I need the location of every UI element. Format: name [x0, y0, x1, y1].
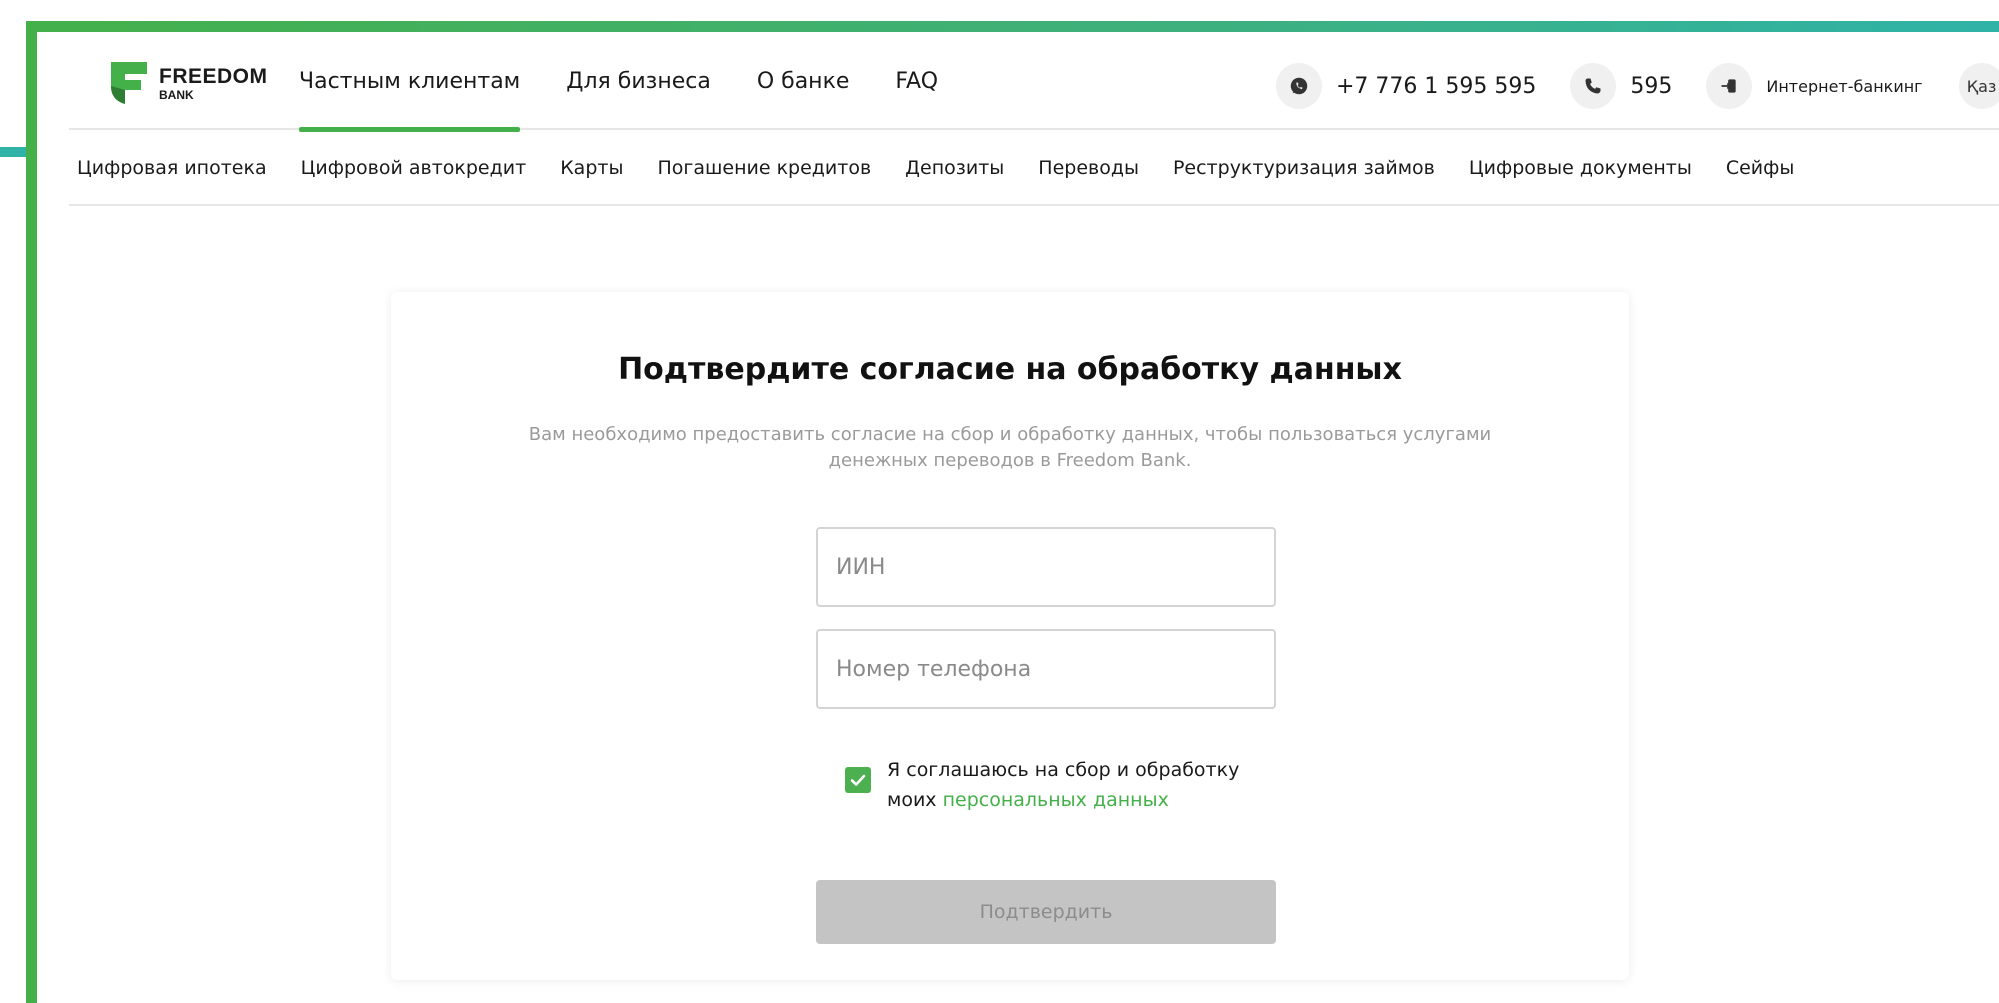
- logo-subtitle: BANK: [159, 87, 194, 102]
- internet-banking-label: Интернет-банкинг: [1766, 76, 1923, 96]
- whatsapp-contact[interactable]: +7 776 1 595 595: [1276, 63, 1536, 109]
- sub-nav-item[interactable]: Переводы: [1038, 157, 1139, 179]
- iin-input[interactable]: [816, 527, 1276, 607]
- sub-nav-item[interactable]: Цифровые документы: [1469, 157, 1692, 179]
- decorative-frame-left: [26, 21, 37, 1003]
- sub-nav-item[interactable]: Цифровая ипотека: [77, 157, 267, 179]
- sub-nav-item[interactable]: Цифровой автокредит: [301, 157, 527, 179]
- sub-nav-item[interactable]: Депозиты: [905, 157, 1004, 179]
- logo-wordmark: FREEDOM: [159, 64, 268, 88]
- short-number-contact[interactable]: 595: [1570, 63, 1672, 109]
- nav-item-faq[interactable]: FAQ: [895, 32, 938, 130]
- browser-content: FREEDOM BANK Частным клиентам Для бизнес…: [37, 32, 1999, 1003]
- whatsapp-icon: [1276, 63, 1322, 109]
- decorative-frame-top: [26, 21, 1999, 32]
- header-contacts: +7 776 1 595 595 595 Интернет-банкинг Қа…: [1276, 63, 1999, 109]
- checkmark-icon: [850, 774, 866, 786]
- decorative-frame-accent: [0, 147, 26, 157]
- sub-nav-item[interactable]: Сейфы: [1726, 157, 1795, 179]
- consent-label: Я соглашаюсь на сбор и обработку моих пе…: [887, 755, 1247, 815]
- freedom-logo-icon: [111, 62, 147, 104]
- page-title: Подтвердите согласие на обработку данных: [618, 352, 1402, 387]
- confirm-button[interactable]: Подтвердить: [816, 880, 1276, 944]
- phone-icon: [1570, 63, 1617, 109]
- consent-card: Подтвердите согласие на обработку данных…: [391, 292, 1629, 980]
- logo[interactable]: FREEDOM BANK: [109, 60, 268, 106]
- consent-checkbox[interactable]: [845, 767, 871, 793]
- sub-nav-item[interactable]: Реструктуризация займов: [1173, 157, 1435, 179]
- main-nav: Частным клиентам Для бизнеса О банке FAQ: [299, 32, 938, 132]
- login-icon: [1706, 63, 1753, 109]
- nav-item-private-clients[interactable]: Частным клиентам: [299, 32, 521, 132]
- short-number: 595: [1630, 73, 1673, 99]
- phone-input[interactable]: [816, 629, 1276, 709]
- sub-nav-item[interactable]: Карты: [560, 157, 623, 179]
- sub-nav: Цифровая ипотека Цифровой автокредит Кар…: [69, 132, 1999, 206]
- site-header: FREEDOM BANK Частным клиентам Для бизнес…: [69, 32, 1999, 132]
- internet-banking-link[interactable]: Интернет-банкинг: [1706, 63, 1923, 109]
- nav-item-about-bank[interactable]: О банке: [757, 32, 850, 130]
- card-description: Вам необходимо предоставить согласие на …: [528, 424, 1492, 471]
- consent-row: Я соглашаюсь на сбор и обработку моих пе…: [845, 755, 1247, 815]
- whatsapp-number: +7 776 1 595 595: [1336, 73, 1537, 99]
- personal-data-link[interactable]: персональных данных: [943, 789, 1169, 811]
- nav-item-business[interactable]: Для бизнеса: [566, 32, 711, 130]
- sub-nav-item[interactable]: Погашение кредитов: [657, 157, 871, 179]
- language-switcher[interactable]: Қаз: [1958, 63, 1999, 109]
